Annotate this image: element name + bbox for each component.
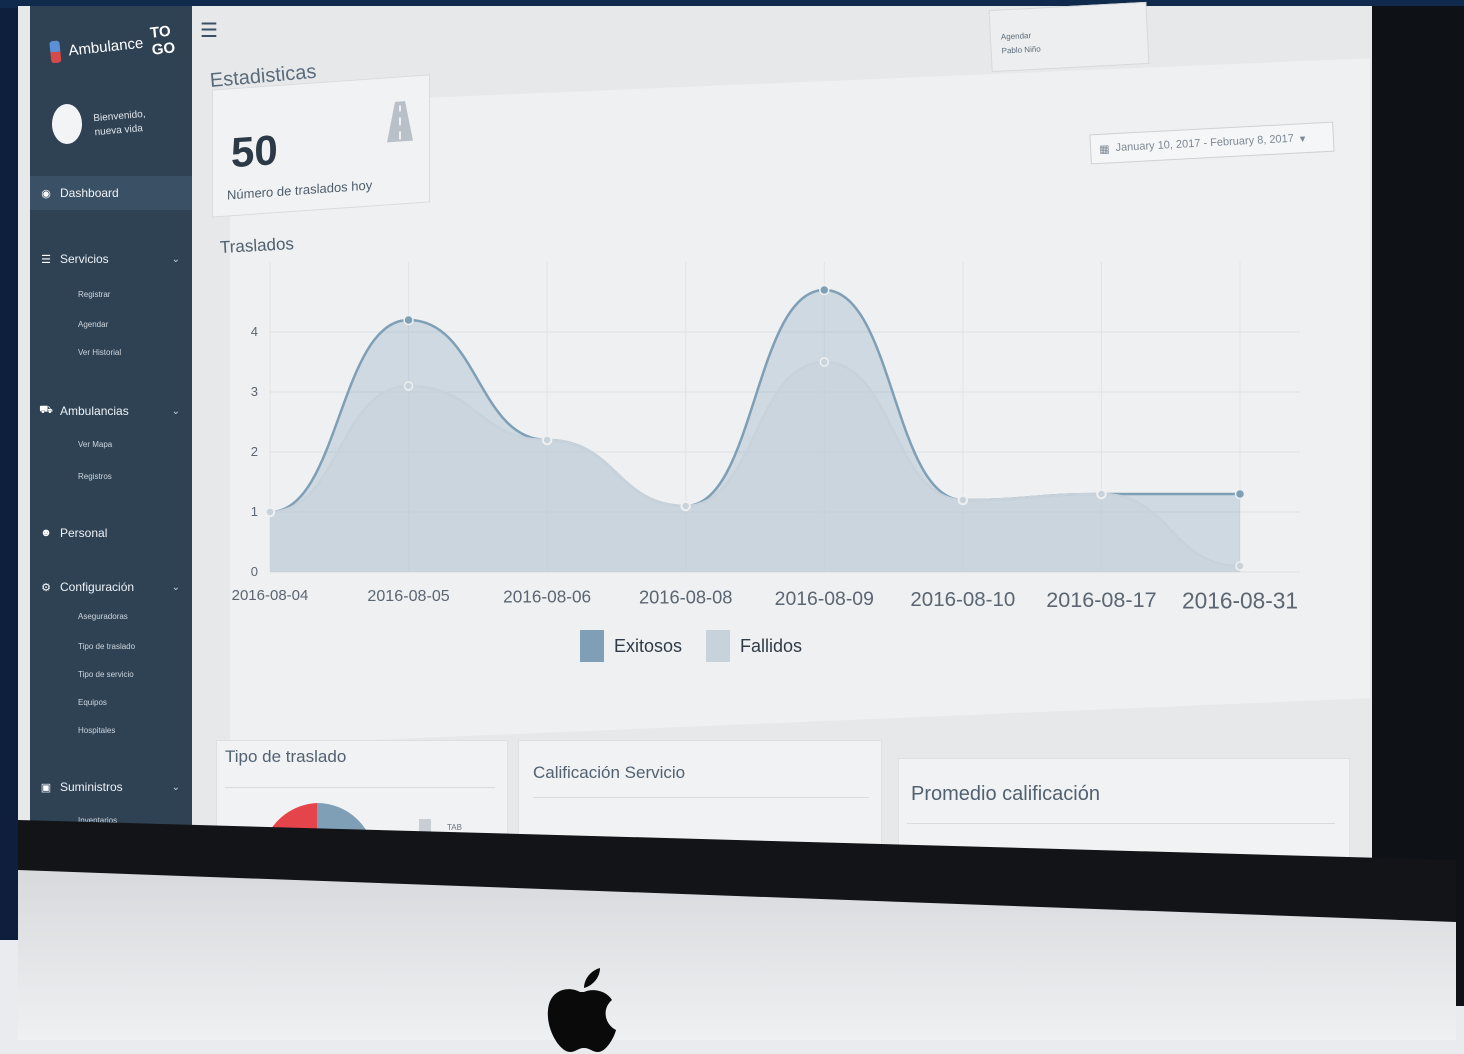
card-title: Promedio calificación (911, 783, 1100, 805)
card-title: Tipo de traslado (225, 747, 347, 766)
x-tick-label: 2016-08-31 (1182, 587, 1298, 613)
brand[interactable]: Ambulance TO GO (49, 21, 194, 70)
road-icon (387, 101, 413, 143)
sidebar-item-label: Configuración (60, 580, 135, 594)
divider (533, 797, 869, 798)
ambulance-logo-icon (49, 40, 62, 64)
sidebar-subitem-aseguradoras[interactable]: Aseguradoras (78, 612, 128, 621)
sidebar-subitem-agendar[interactable]: Agendar (78, 320, 108, 329)
sidebar-item-label: Servicios (60, 252, 109, 266)
x-tick-label: 2016-08-09 (775, 588, 874, 610)
data-point (1234, 488, 1246, 500)
y-tick-label: 2 (251, 444, 258, 459)
chevron-down-icon: ⌄ (171, 253, 180, 265)
dashboard-icon: ◉ (41, 187, 51, 200)
data-point (1235, 561, 1245, 571)
brand-suffix: TO GO (149, 22, 177, 59)
data-point (958, 495, 968, 505)
sidebar-item-personal[interactable]: ☻ Personal (30, 516, 192, 550)
legend-swatch (706, 630, 731, 662)
legend-swatch (580, 630, 604, 662)
legend-label: Fallidos (740, 635, 803, 656)
avatar[interactable] (52, 104, 82, 144)
legend-item[interactable]: Fallidos (706, 630, 802, 662)
data-point (403, 314, 414, 326)
notification-line: Agendar (1000, 30, 1032, 42)
chart-legend: Exitosos Fallidos (580, 630, 802, 662)
caret-down-icon: ▾ (1299, 132, 1306, 145)
card-title: Calificación Servicio (533, 763, 686, 782)
stat-value: 50 (231, 126, 278, 177)
y-tick-label: 0 (251, 564, 258, 579)
data-point (819, 357, 830, 367)
data-point (819, 284, 830, 296)
sidebar-item-servicios[interactable]: ☰ Servicios ⌄ (30, 242, 192, 276)
chevron-down-icon: ⌄ (171, 781, 180, 793)
sidebar-subitem-ver-historial[interactable]: Ver Historial (78, 348, 121, 357)
sidebar-subitem-registrar[interactable]: Registrar (78, 290, 110, 299)
x-tick-label: 2016-08-10 (910, 588, 1015, 611)
data-point (542, 435, 552, 445)
sidebar-subitem-tipo-servicio[interactable]: Tipo de servicio (78, 670, 134, 679)
sidebar-item-label: Ambulancias (60, 404, 129, 418)
sidebar-item-configuracion[interactable]: ⚙ Configuración ⌄ (30, 570, 192, 604)
chart-y-ticks: 0 1 2 3 4 (251, 324, 258, 579)
legend-item[interactable]: Exitosos (580, 630, 682, 662)
divider (907, 823, 1335, 824)
sidebar-item-suministros[interactable]: ▣ Suministros ⌄ (30, 770, 192, 804)
notification-line: Pablo Niño (1001, 44, 1041, 56)
sidebar-item-label: Personal (60, 526, 108, 540)
x-tick-label: 2016-08-17 (1046, 587, 1156, 612)
stat-card: 50 Número de traslados hoy (212, 74, 430, 218)
chevron-down-icon: ⌄ (171, 405, 180, 417)
gears-icon: ⚙ (41, 581, 51, 594)
chart-x-ticks: 2016-08-04 2016-08-05 2016-08-06 2016-08-08… (232, 586, 1298, 613)
date-range-text: January 10, 2017 - February 8, 2017 (1115, 132, 1295, 155)
x-tick-label: 2016-08-08 (639, 587, 733, 608)
sidebar-item-label: Dashboard (60, 186, 119, 200)
sidebar-subitem-tipo-traslado[interactable]: Tipo de traslado (78, 642, 135, 651)
chevron-down-icon: ⌄ (171, 581, 180, 593)
sidebar-item-dashboard[interactable]: ◉ Dashboard (30, 176, 192, 210)
user-panel: Bienvenido, nueva vida (52, 104, 146, 144)
data-point (680, 501, 691, 511)
notification-card[interactable]: Agendar Pablo Niño (988, 1, 1150, 73)
sidebar-subitem-equipos[interactable]: Equipos (78, 698, 107, 707)
x-tick-label: 2016-08-04 (232, 587, 309, 604)
legend-label: Exitosos (614, 635, 683, 656)
sidebar-subitem-ver-mapa[interactable]: Ver Mapa (78, 440, 112, 449)
list-icon: ☰ (41, 253, 51, 266)
calendar-icon: ▦ (1098, 142, 1110, 156)
series-area-fallidos (270, 362, 1240, 572)
sidebar-subitem-hospitales[interactable]: Hospitales (78, 726, 115, 735)
brand-name: Ambulance (67, 34, 145, 59)
y-tick-label: 3 (251, 384, 258, 399)
divider (225, 787, 495, 788)
box-icon: ▣ (40, 781, 52, 794)
sidebar: Ambulance TO GO Bienvenido, nueva vida ◉… (30, 6, 192, 836)
ambulance-icon: ⛟ (39, 404, 53, 416)
traslados-chart: 01234 2016-08-04 2016-08-05 2016-08-06 2016… (232, 262, 1300, 613)
apple-logo-icon (547, 968, 616, 1052)
hamburger-menu-icon[interactable]: ☰ (200, 18, 218, 43)
x-tick-label: 2016-08-06 (503, 586, 591, 606)
y-tick-label: 1 (251, 504, 258, 519)
sidebar-subitem-registros[interactable]: Registros (78, 472, 112, 481)
data-point (403, 381, 414, 391)
data-point (1096, 489, 1107, 499)
y-tick-label: 4 (251, 324, 258, 339)
x-tick-label: 2016-08-05 (367, 587, 449, 605)
user-icon: ☻ (40, 527, 52, 539)
legend-label: TAB (447, 823, 462, 832)
sidebar-item-label: Suministros (60, 780, 123, 794)
stat-label: Número de traslados hoy (227, 177, 373, 203)
sidebar-item-ambulancias[interactable]: ⛟ Ambulancias ⌄ (30, 394, 192, 428)
data-point (265, 507, 275, 517)
monitor-right-frame (1372, 6, 1464, 1006)
